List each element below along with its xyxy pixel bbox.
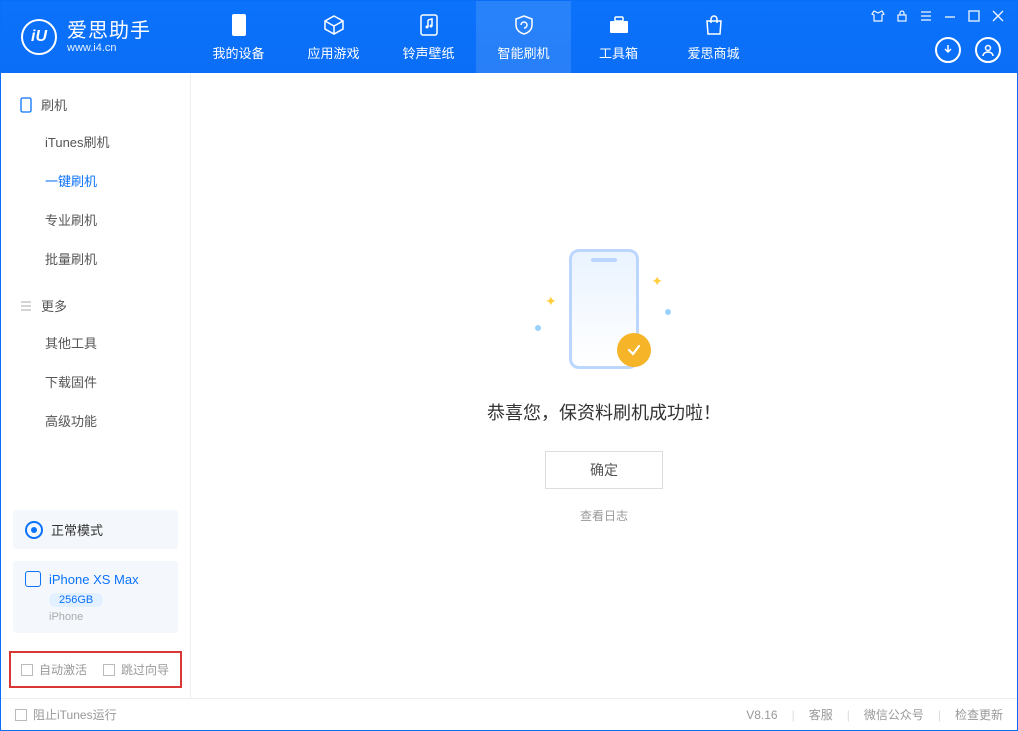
check-badge-icon	[617, 333, 651, 367]
main-content: ✦ ✦ 恭喜您，保资料刷机成功啦！ 确定 查看日志	[191, 73, 1017, 698]
tab-apps-games[interactable]: 应用游戏	[286, 1, 381, 73]
dot-icon	[535, 325, 541, 331]
tab-label: 智能刷机	[497, 43, 549, 62]
mode-card[interactable]: 正常模式	[13, 510, 178, 549]
music-icon	[417, 13, 441, 37]
separator: |	[847, 708, 850, 722]
device-name: iPhone XS Max	[49, 572, 139, 587]
lock-icon[interactable]	[895, 9, 909, 23]
phone-icon	[227, 13, 251, 37]
checkbox-stop-itunes[interactable]: 阻止iTunes运行	[15, 706, 117, 723]
window-controls	[871, 9, 1005, 23]
logo-icon: iU	[21, 19, 57, 55]
bag-icon	[702, 13, 726, 37]
header-actions	[935, 37, 1001, 63]
sidebar-item-other-tools[interactable]: 其他工具	[1, 323, 190, 362]
checkbox-label: 跳过向导	[121, 661, 169, 678]
checkbox-box	[21, 664, 33, 676]
flash-options-row: 自动激活 跳过向导	[9, 651, 182, 688]
sidebar: 刷机 iTunes刷机 一键刷机 专业刷机 批量刷机 更多 其他工具 下载固件 …	[1, 73, 191, 698]
sidebar-section-more: 更多	[1, 288, 190, 323]
logo-text: 爱思助手 www.i4.cn	[67, 20, 151, 54]
tab-label: 爱思商城	[687, 43, 739, 62]
separator: |	[938, 708, 941, 722]
menu-icon[interactable]	[919, 9, 933, 23]
close-icon[interactable]	[991, 9, 1005, 23]
tab-label: 铃声壁纸	[402, 43, 454, 62]
sidebar-item-batch-flash[interactable]: 批量刷机	[1, 239, 190, 278]
checkbox-box	[103, 664, 115, 676]
sidebar-item-pro-flash[interactable]: 专业刷机	[1, 200, 190, 239]
footer: 阻止iTunes运行 V8.16 | 客服 | 微信公众号 | 检查更新	[1, 698, 1017, 730]
device-type: iPhone	[49, 611, 166, 623]
version-label: V8.16	[746, 708, 777, 722]
toolbox-icon	[607, 13, 631, 37]
ok-button[interactable]: 确定	[545, 451, 663, 489]
checkbox-box	[15, 709, 27, 721]
sidebar-item-download-firmware[interactable]: 下载固件	[1, 362, 190, 401]
mode-icon	[25, 521, 43, 539]
mode-label: 正常模式	[51, 520, 103, 539]
footer-right: V8.16 | 客服 | 微信公众号 | 检查更新	[746, 706, 1003, 723]
success-message: 恭喜您，保资料刷机成功啦！	[487, 399, 721, 425]
device-storage: 256GB	[49, 593, 103, 607]
tab-label: 工具箱	[599, 43, 638, 62]
device-icon	[25, 571, 41, 587]
success-illustration: ✦ ✦	[539, 247, 669, 377]
cube-icon	[322, 13, 346, 37]
section-label: 更多	[41, 296, 67, 315]
view-log-link[interactable]: 查看日志	[580, 507, 628, 524]
section-label: 刷机	[41, 95, 67, 114]
footer-link-wechat[interactable]: 微信公众号	[864, 706, 924, 723]
footer-link-update[interactable]: 检查更新	[955, 706, 1003, 723]
footer-link-support[interactable]: 客服	[809, 706, 833, 723]
dot-icon	[665, 309, 671, 315]
checkbox-label: 自动激活	[39, 661, 87, 678]
top-tabs: 我的设备 应用游戏 铃声壁纸 智能刷机 工具箱 爱思商城	[191, 1, 761, 73]
tab-store[interactable]: 爱思商城	[666, 1, 761, 73]
sidebar-item-itunes-flash[interactable]: iTunes刷机	[1, 122, 190, 161]
list-icon	[19, 299, 33, 313]
app-url: www.i4.cn	[67, 42, 151, 54]
checkbox-label: 阻止iTunes运行	[33, 706, 117, 723]
download-icon[interactable]	[935, 37, 961, 63]
app-window: iU 爱思助手 www.i4.cn 我的设备 应用游戏 铃声壁纸 智能刷机	[0, 0, 1018, 731]
phone-outline-icon	[19, 98, 33, 112]
tab-ringtones[interactable]: 铃声壁纸	[381, 1, 476, 73]
tab-my-device[interactable]: 我的设备	[191, 1, 286, 73]
spark-icon: ✦	[545, 293, 557, 310]
minimize-icon[interactable]	[943, 9, 957, 23]
checkbox-skip-guide[interactable]: 跳过向导	[103, 661, 169, 678]
spark-icon: ✦	[651, 273, 663, 290]
user-icon[interactable]	[975, 37, 1001, 63]
body: 刷机 iTunes刷机 一键刷机 专业刷机 批量刷机 更多 其他工具 下载固件 …	[1, 73, 1017, 698]
device-card[interactable]: iPhone XS Max 256GB iPhone	[13, 561, 178, 633]
header: iU 爱思助手 www.i4.cn 我的设备 应用游戏 铃声壁纸 智能刷机	[1, 1, 1017, 73]
app-title: 爱思助手	[67, 20, 151, 42]
tab-smart-flash[interactable]: 智能刷机	[476, 1, 571, 73]
maximize-icon[interactable]	[967, 9, 981, 23]
checkbox-auto-activate[interactable]: 自动激活	[21, 661, 87, 678]
tab-toolbox[interactable]: 工具箱	[571, 1, 666, 73]
tab-label: 应用游戏	[307, 43, 359, 62]
logo[interactable]: iU 爱思助手 www.i4.cn	[1, 19, 191, 55]
sidebar-section-flash: 刷机	[1, 87, 190, 122]
tab-label: 我的设备	[212, 43, 264, 62]
shirt-icon[interactable]	[871, 9, 885, 23]
sidebar-item-advanced[interactable]: 高级功能	[1, 401, 190, 440]
refresh-shield-icon	[512, 13, 536, 37]
sidebar-item-oneclick-flash[interactable]: 一键刷机	[1, 161, 190, 200]
separator: |	[792, 708, 795, 722]
